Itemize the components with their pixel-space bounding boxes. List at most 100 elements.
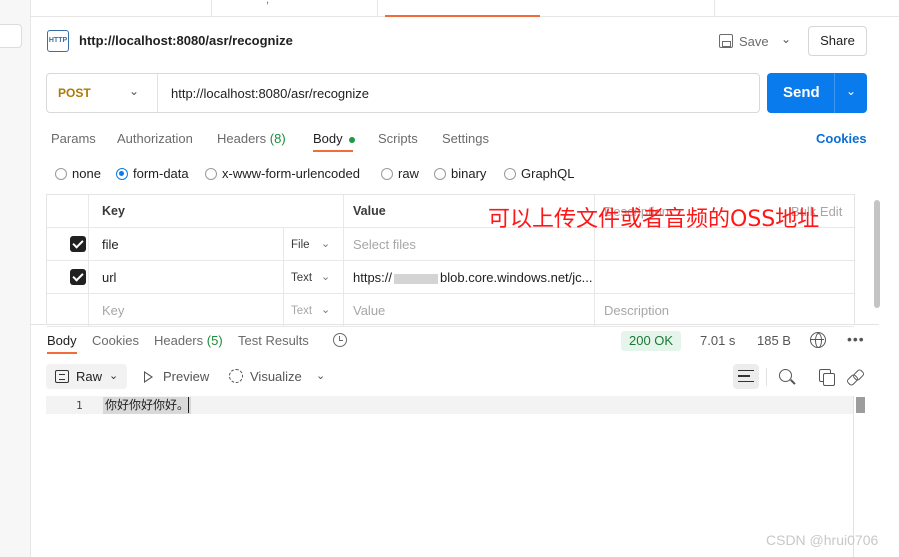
http-icon-label: HTTP bbox=[48, 37, 68, 44]
radio-circle-icon bbox=[434, 167, 446, 180]
visualize-chevron-down-icon[interactable]: ⌄ bbox=[316, 369, 325, 382]
watermark: CSDN @hrui0706 bbox=[766, 532, 879, 548]
visualize-icon[interactable] bbox=[229, 369, 243, 383]
save-button[interactable]: Save bbox=[719, 31, 769, 51]
response-tab-test-results[interactable]: Test Results bbox=[238, 333, 309, 348]
select-files-button[interactable]: Select files bbox=[353, 237, 416, 252]
row-enabled-checkbox[interactable] bbox=[70, 269, 86, 285]
text-cursor bbox=[188, 397, 189, 413]
radio-x-www-form-urlencoded[interactable]: x-www-form-urlencoded bbox=[205, 166, 360, 181]
tab-settings[interactable]: Settings bbox=[442, 131, 489, 146]
row-key[interactable]: file bbox=[102, 237, 119, 252]
radio-label: binary bbox=[451, 166, 487, 181]
radio-none[interactable]: none bbox=[55, 166, 101, 181]
line-number: 1 bbox=[76, 399, 83, 412]
http-request-icon: HTTP bbox=[47, 30, 69, 52]
response-tab-cookies[interactable]: Cookies bbox=[92, 333, 139, 348]
tab-separator bbox=[377, 0, 378, 16]
preview-button[interactable]: Preview bbox=[163, 369, 209, 384]
method-select[interactable]: POST bbox=[58, 86, 91, 100]
row-key[interactable]: url bbox=[102, 270, 116, 285]
row-value[interactable]: https:// blob.core.windows.net/jc... bbox=[353, 270, 593, 285]
copy-icon[interactable] bbox=[819, 369, 835, 386]
key-placeholder[interactable]: Key bbox=[102, 303, 124, 318]
type-chevron-down-icon[interactable]: ⌄ bbox=[321, 270, 330, 283]
response-tab-headers[interactable]: Headers (5) bbox=[154, 333, 223, 348]
send-button[interactable]: Send ⌄ bbox=[767, 73, 867, 113]
radio-binary[interactable]: binary bbox=[434, 166, 486, 181]
history-icon[interactable] bbox=[333, 333, 347, 347]
column-divider bbox=[343, 195, 344, 228]
value-placeholder[interactable]: Value bbox=[353, 303, 385, 318]
left-rail bbox=[0, 0, 31, 557]
response-tab-underline bbox=[47, 352, 77, 354]
format-label: Raw bbox=[76, 369, 103, 384]
tab-separator bbox=[714, 0, 715, 16]
table-row: url Text ⌄ https:// blob.core.windows.net… bbox=[47, 261, 854, 294]
tab-scripts[interactable]: Scripts bbox=[378, 131, 418, 146]
response-divider[interactable] bbox=[31, 324, 879, 325]
type-chevron-down-icon[interactable]: ⌄ bbox=[321, 237, 330, 250]
body-active-dot-icon bbox=[348, 136, 355, 143]
request-title[interactable]: http://localhost:8080/asr/recognize bbox=[79, 33, 293, 48]
tab-params[interactable]: Params bbox=[51, 131, 96, 146]
response-headers-label: Headers bbox=[154, 333, 204, 348]
globe-icon[interactable] bbox=[810, 332, 826, 348]
radio-raw[interactable]: raw bbox=[381, 166, 419, 181]
radio-circle-icon bbox=[504, 167, 516, 180]
format-chevron-down-icon: ⌄ bbox=[109, 370, 119, 382]
tab-fragment[interactable]: , bbox=[266, 0, 269, 6]
link-icon[interactable] bbox=[847, 369, 863, 385]
redacted-region bbox=[394, 273, 439, 284]
tab-headers[interactable]: Headers (8) bbox=[217, 131, 286, 146]
url-input[interactable]: http://localhost:8080/asr/recognize bbox=[171, 86, 369, 101]
description-placeholder[interactable]: Description bbox=[604, 303, 669, 318]
response-size[interactable]: 185 B bbox=[757, 333, 791, 348]
send-divider bbox=[834, 73, 835, 113]
row-type-select[interactable]: File bbox=[291, 239, 310, 251]
response-text[interactable]: 你好你好你好。 bbox=[103, 397, 192, 414]
wrap-lines-button[interactable] bbox=[733, 364, 759, 389]
active-tab-indicator bbox=[385, 15, 540, 17]
radio-form-data[interactable]: form-data bbox=[116, 166, 189, 181]
method-chevron-down-icon[interactable]: ⌄ bbox=[129, 84, 139, 98]
response-time[interactable]: 7.01 s bbox=[700, 333, 735, 348]
response-tab-body[interactable]: Body bbox=[47, 333, 77, 348]
response-body-editor[interactable]: 1 你好你好你好。 bbox=[46, 396, 866, 557]
tab-fragment[interactable]: ~ bbox=[81, 0, 87, 6]
value-suffix: blob.core.windows.net/jc... bbox=[440, 270, 593, 285]
preview-icon[interactable] bbox=[144, 371, 153, 383]
cookies-link[interactable]: Cookies bbox=[816, 131, 867, 146]
save-options-chevron-icon[interactable]: ⌄ bbox=[781, 32, 791, 46]
column-divider bbox=[343, 294, 344, 327]
visualize-button[interactable]: Visualize bbox=[250, 369, 302, 384]
status-badge[interactable]: 200 OK bbox=[621, 331, 682, 351]
type-placeholder[interactable]: Text bbox=[291, 305, 312, 317]
tab-body[interactable]: Body bbox=[313, 131, 355, 146]
column-divider bbox=[283, 294, 284, 327]
editor-scroll-thumb[interactable] bbox=[856, 397, 865, 413]
row-type-select[interactable]: Text bbox=[291, 272, 312, 284]
tab-headers-label: Headers bbox=[217, 131, 267, 146]
row-enabled-checkbox[interactable] bbox=[70, 236, 86, 252]
table-row-placeholder: Key Text ⌄ Value Description bbox=[47, 294, 854, 327]
tab-separator bbox=[211, 0, 212, 16]
more-options-icon[interactable]: ••• bbox=[847, 331, 865, 347]
column-header-value: Value bbox=[353, 204, 386, 218]
radio-circle-icon bbox=[205, 167, 217, 180]
column-divider bbox=[88, 195, 89, 228]
format-select[interactable]: Raw ⌄ bbox=[46, 364, 127, 389]
url-bar: POST ⌄ http://localhost:8080/asr/recogni… bbox=[46, 73, 760, 113]
rail-collapse-button[interactable] bbox=[0, 24, 22, 48]
request-tabs: Params Authorization Headers (8) Body Sc… bbox=[31, 128, 899, 152]
url-divider bbox=[157, 74, 158, 112]
type-chevron-down-icon[interactable]: ⌄ bbox=[321, 303, 330, 316]
radio-graphql[interactable]: GraphQL bbox=[504, 166, 574, 181]
tab-authorization[interactable]: Authorization bbox=[117, 131, 193, 146]
column-divider bbox=[283, 228, 284, 261]
search-icon[interactable] bbox=[779, 369, 792, 382]
share-button[interactable]: Share bbox=[808, 26, 867, 56]
vertical-scrollbar[interactable] bbox=[874, 200, 880, 308]
value-prefix: https:// bbox=[353, 270, 393, 285]
send-options-chevron-icon[interactable]: ⌄ bbox=[846, 84, 856, 98]
